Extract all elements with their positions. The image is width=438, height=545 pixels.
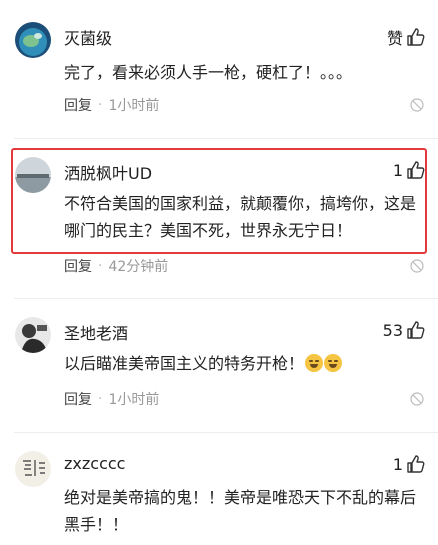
username[interactable]: 圣地老酒 — [64, 320, 128, 344]
separator: · — [98, 391, 103, 407]
divider — [14, 432, 438, 433]
comment-meta: 回复 · 1小时前 — [64, 389, 159, 409]
report-icon[interactable] — [410, 392, 424, 406]
reply-button[interactable]: 回复 — [64, 256, 92, 276]
like-button[interactable]: 赞 — [387, 25, 426, 49]
divider — [14, 298, 438, 299]
separator: · — [98, 97, 103, 113]
comment-text: 以后瞄准美帝国主义的特务开枪！ — [64, 350, 420, 377]
avatar[interactable] — [15, 22, 51, 58]
timestamp: 1小时前 — [108, 98, 160, 114]
comment-text: 不符合美国的国家利益，就颠覆你，搞垮你，这是哪门的民主？美国不死，世界永无宁日！ — [64, 194, 417, 240]
username[interactable]: 灭菌级 — [64, 25, 112, 49]
thumbs-up-icon — [407, 161, 425, 179]
timestamp: 42分钟前 — [108, 259, 169, 275]
laughing-emoji-icon — [305, 354, 324, 372]
thumbs-up-icon — [407, 321, 425, 339]
like-button[interactable]: 1 — [393, 160, 426, 180]
comment-text: 绝对是美帝搞的鬼！！美帝是唯恐天下不乱的幕后黑手！！ — [64, 488, 417, 534]
reply-button[interactable]: 回复 — [64, 389, 92, 409]
thumbs-up-icon — [407, 455, 425, 473]
report-icon[interactable] — [410, 259, 424, 273]
comment-meta: 回复 · 1小时前 — [64, 95, 159, 115]
username[interactable]: 洒脱枫叶UD — [64, 160, 152, 184]
username[interactable]: zxzcccc — [64, 454, 125, 473]
like-count: 1 — [392, 160, 403, 180]
report-icon[interactable] — [410, 98, 424, 112]
avatar[interactable] — [15, 451, 51, 487]
comment-text: 完了，看来必须人手一枪，硬杠了！。。。 — [64, 63, 353, 82]
comment-meta: 回复 · 42分钟前 — [64, 256, 168, 276]
like-count: 1 — [392, 454, 403, 474]
like-button[interactable]: 1 — [393, 454, 426, 474]
separator: · — [98, 258, 103, 274]
like-count: 赞 — [386, 29, 403, 48]
avatar[interactable] — [15, 157, 51, 193]
laughing-emoji-icon — [324, 354, 343, 372]
reply-button[interactable]: 回复 — [64, 95, 92, 115]
thumbs-up-icon — [407, 28, 425, 46]
timestamp: 1小时前 — [108, 392, 160, 408]
like-button[interactable]: 53 — [383, 320, 426, 340]
comment-text-body: 以后瞄准美帝国主义的特务开枪！ — [64, 354, 305, 373]
like-count: 53 — [382, 320, 403, 340]
avatar[interactable] — [15, 317, 51, 353]
divider — [14, 138, 438, 139]
